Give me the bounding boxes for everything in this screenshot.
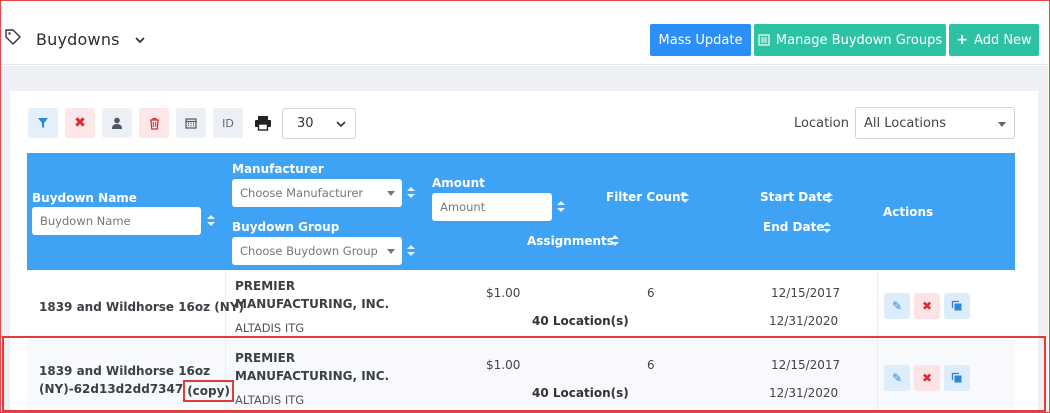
sort-icon[interactable] xyxy=(823,222,831,234)
user-icon xyxy=(112,117,122,129)
page-title[interactable]: Buydowns xyxy=(36,30,120,49)
buydown-group-filter-select[interactable]: Choose Buydown Group xyxy=(232,237,402,265)
caret-down-icon xyxy=(387,191,395,196)
amount-value: $1.00 xyxy=(486,286,521,300)
copy-icon xyxy=(951,300,962,311)
column-header-filter-count[interactable]: Filter Count xyxy=(606,190,686,204)
edit-button[interactable]: ✎ xyxy=(884,365,910,391)
buydown-name-line: 1839 and Wildhorse 16oz xyxy=(39,364,211,378)
column-divider xyxy=(225,343,226,413)
sort-icon[interactable] xyxy=(407,187,415,199)
manage-buydown-groups-button[interactable]: Manage Buydown Groups xyxy=(754,24,946,56)
table-header: Buydown Name Buydown Name Manufacturer C… xyxy=(27,153,1015,270)
delete-button[interactable]: ✖ xyxy=(914,365,940,391)
amount-filter-input[interactable]: Amount xyxy=(432,193,552,221)
edit-icon: ✎ xyxy=(891,299,903,313)
amount-value: $1.00 xyxy=(486,358,521,372)
copy-icon xyxy=(951,372,962,383)
filter-button[interactable] xyxy=(28,108,58,138)
buydown-group-placeholder: Choose Buydown Group xyxy=(240,244,378,258)
add-new-button[interactable]: + Add New xyxy=(949,24,1039,56)
add-new-label: Add New xyxy=(974,32,1032,48)
location-label: Location xyxy=(794,116,849,131)
list-icon xyxy=(758,34,770,46)
sort-icon[interactable] xyxy=(825,192,833,204)
end-date-value: 12/31/2020 xyxy=(769,386,839,400)
delete-button[interactable]: ✖ xyxy=(914,293,940,319)
buydown-group-name: ALTADIS ITG xyxy=(235,393,305,407)
column-divider xyxy=(877,271,878,341)
mass-update-button[interactable]: Mass Update xyxy=(650,24,751,56)
sort-icon[interactable] xyxy=(611,235,619,247)
column-header-assignments[interactable]: Assignments xyxy=(527,234,614,248)
plus-icon: + xyxy=(956,32,969,48)
copy-button[interactable] xyxy=(944,365,970,391)
buydown-name-id: (NY)-62d13d2dd7347 xyxy=(39,382,184,396)
filter-count-value: 6 xyxy=(647,358,655,372)
manufacturer-placeholder: Choose Manufacturer xyxy=(240,186,364,200)
chevron-down-icon[interactable] xyxy=(133,33,147,47)
table-row[interactable]: 1839 and Wildhorse 16oz (NY) PREMIER MAN… xyxy=(27,271,1015,341)
print-icon xyxy=(255,116,271,131)
sort-icon[interactable] xyxy=(407,245,415,257)
start-date-value: 12/15/2017 xyxy=(771,358,841,372)
buydown-name[interactable]: 1839 and Wildhorse 16oz (NY) xyxy=(39,298,244,316)
mass-update-label: Mass Update xyxy=(658,32,743,48)
buydown-name-filter-input[interactable]: Buydown Name xyxy=(32,207,201,235)
column-header-amount[interactable]: Amount xyxy=(432,176,485,190)
buydown-name[interactable]: 1839 and Wildhorse 16oz (NY)-62d13d2dd73… xyxy=(39,362,234,402)
assignments-link[interactable]: 40 Location(s) xyxy=(532,314,629,328)
chevron-down-icon xyxy=(336,121,346,128)
column-header-buydown-name[interactable]: Buydown Name xyxy=(32,191,137,205)
clear-filters-button[interactable]: ✖ xyxy=(65,108,95,138)
location-value: All Locations xyxy=(864,115,947,131)
caret-down-icon xyxy=(998,122,1006,127)
end-date-value: 12/31/2020 xyxy=(769,314,839,328)
page-header: Buydowns Mass Update Manage Buydown Grou… xyxy=(1,1,1048,65)
id-label: ID xyxy=(222,116,234,130)
calendar-icon xyxy=(185,118,197,129)
manufacturer-filter-select[interactable]: Choose Manufacturer xyxy=(232,179,402,207)
page-size-select[interactable]: 30 xyxy=(282,108,356,139)
trash-icon xyxy=(149,117,159,130)
column-divider xyxy=(877,343,878,413)
start-date-value: 12/15/2017 xyxy=(771,286,841,300)
manufacturer-name: PREMIER MANUFACTURING, INC. xyxy=(235,279,390,311)
date-filter-button[interactable] xyxy=(176,108,206,138)
tag-icon xyxy=(5,29,21,45)
column-header-end-date[interactable]: End Date xyxy=(763,220,824,234)
delete-selected-button[interactable] xyxy=(139,108,169,138)
filter-icon xyxy=(38,118,48,128)
delete-icon: ✖ xyxy=(921,299,933,313)
table-row[interactable]: 1839 and Wildhorse 16oz (NY)-62d13d2dd73… xyxy=(27,343,1015,413)
column-header-buydown-group[interactable]: Buydown Group xyxy=(232,220,339,234)
copy-suffix-highlight: (copy) xyxy=(183,380,234,402)
edit-icon: ✎ xyxy=(891,371,903,385)
buydown-group-name: ALTADIS ITG xyxy=(235,321,305,335)
caret-down-icon xyxy=(387,249,395,254)
id-toggle-button[interactable]: ID xyxy=(213,108,243,138)
filter-count-value: 6 xyxy=(647,286,655,300)
manufacturer-name: PREMIER MANUFACTURING, INC. xyxy=(235,351,390,383)
clear-icon: ✖ xyxy=(74,115,86,131)
sort-icon[interactable] xyxy=(557,201,565,213)
location-select[interactable]: All Locations xyxy=(855,107,1015,139)
sort-icon[interactable] xyxy=(681,192,689,204)
print-button[interactable] xyxy=(248,108,278,138)
column-header-start-date[interactable]: Start Date xyxy=(760,190,830,204)
buydown-name-line: (NY)-62d13d2dd7347 (copy) xyxy=(39,380,234,402)
delete-icon: ✖ xyxy=(921,371,933,385)
manage-buydown-groups-label: Manage Buydown Groups xyxy=(775,32,943,48)
column-header-actions: Actions xyxy=(883,205,934,219)
sort-icon[interactable] xyxy=(207,215,215,227)
page-size-value: 30 xyxy=(297,116,314,131)
assignments-link[interactable]: 40 Location(s) xyxy=(532,386,629,400)
user-filter-button[interactable] xyxy=(102,108,132,138)
column-header-manufacturer[interactable]: Manufacturer xyxy=(232,162,324,176)
edit-button[interactable]: ✎ xyxy=(884,293,910,319)
copy-button[interactable] xyxy=(944,293,970,319)
